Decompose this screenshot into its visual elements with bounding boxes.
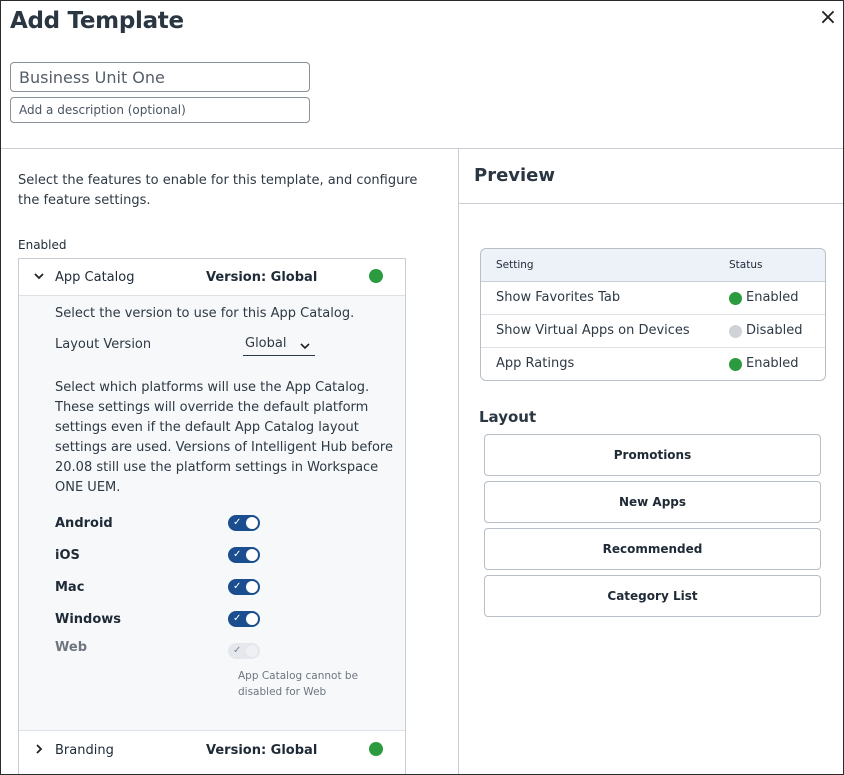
table-row: Show Virtual Apps on Devices Disabled: [481, 315, 825, 348]
preview-title: Preview: [474, 165, 556, 186]
select-version-text: Select the version to use for this App C…: [55, 306, 355, 321]
platform-label-ios: iOS: [55, 548, 80, 563]
windows-toggle[interactable]: ✓: [228, 611, 260, 627]
layout-item-promotions[interactable]: Promotions: [484, 434, 821, 476]
platform-label-windows: Windows: [55, 612, 122, 627]
status-text: Enabled: [746, 356, 799, 371]
feature-header-app-catalog[interactable]: App Catalog Version: Global: [19, 259, 405, 295]
feature-list: App Catalog Version: Global Select the v…: [18, 258, 406, 774]
status-dot: [729, 325, 742, 338]
layout-version-select[interactable]: Global: [243, 336, 315, 356]
feature-version: Version: Global: [206, 270, 318, 285]
feature-name: App Catalog: [55, 270, 135, 285]
platform-label-android: Android: [55, 516, 113, 531]
column-divider: [458, 149, 459, 774]
add-template-dialog: Add Template × Select the features to en…: [0, 0, 844, 775]
layout-item-new-apps[interactable]: New Apps: [484, 481, 821, 523]
check-icon: ✓: [233, 581, 242, 592]
column-header-setting: Setting: [496, 259, 534, 271]
layout-version-label: Layout Version: [55, 337, 152, 352]
chevron-down-icon[interactable]: [33, 270, 45, 286]
feature-name: Branding: [55, 743, 114, 758]
layout-label: Layout: [479, 408, 537, 426]
layout-version-value: Global: [245, 336, 287, 351]
status-dot: [369, 269, 383, 283]
chevron-down-icon: [299, 336, 311, 355]
setting-name: Show Virtual Apps on Devices: [496, 323, 690, 338]
preview-divider: [459, 203, 843, 204]
setting-name: App Ratings: [496, 356, 575, 371]
platform-label-web: Web: [55, 640, 87, 655]
check-icon: ✓: [233, 549, 242, 560]
status-text: Enabled: [746, 290, 799, 305]
dialog-title: Add Template: [10, 8, 184, 34]
table-header: Setting Status: [481, 249, 825, 282]
chevron-right-icon[interactable]: [33, 743, 45, 759]
template-description-input[interactable]: [10, 97, 310, 123]
table-row: Show Favorites Tab Enabled: [481, 282, 825, 315]
web-disabled-note: App Catalog cannot be disabled for Web: [238, 670, 359, 698]
enabled-section-label: Enabled: [18, 238, 67, 252]
header-divider: [1, 148, 843, 149]
feature-header-branding[interactable]: Branding Version: Global: [19, 732, 405, 768]
mac-toggle[interactable]: ✓: [228, 579, 260, 595]
check-icon: ✓: [233, 645, 242, 656]
android-toggle[interactable]: ✓: [228, 515, 260, 531]
feature-body-app-catalog: Select the version to use for this App C…: [19, 295, 405, 731]
check-icon: ✓: [233, 613, 242, 624]
feature-version: Version: Global: [206, 743, 318, 758]
status-dot: [369, 742, 383, 756]
layout-item-category-list[interactable]: Category List: [484, 575, 821, 617]
setting-name: Show Favorites Tab: [496, 290, 621, 305]
status-dot: [729, 358, 742, 371]
column-header-status: Status: [729, 259, 763, 271]
preview-settings-table: Setting Status Show Favorites Tab Enable…: [480, 248, 826, 381]
platforms-description: Select which platforms will use the App …: [55, 380, 393, 495]
close-icon[interactable]: ×: [816, 7, 840, 31]
table-row: App Ratings Enabled: [481, 348, 825, 380]
ios-toggle[interactable]: ✓: [228, 547, 260, 563]
layout-item-recommended[interactable]: Recommended: [484, 528, 821, 570]
template-name-input[interactable]: [10, 62, 310, 92]
check-icon: ✓: [233, 517, 242, 528]
platform-label-mac: Mac: [55, 580, 85, 595]
intro-text: Select the features to enable for this t…: [18, 173, 418, 208]
status-text: Disabled: [746, 323, 803, 338]
web-toggle: ✓: [228, 643, 260, 659]
status-dot: [729, 292, 742, 305]
